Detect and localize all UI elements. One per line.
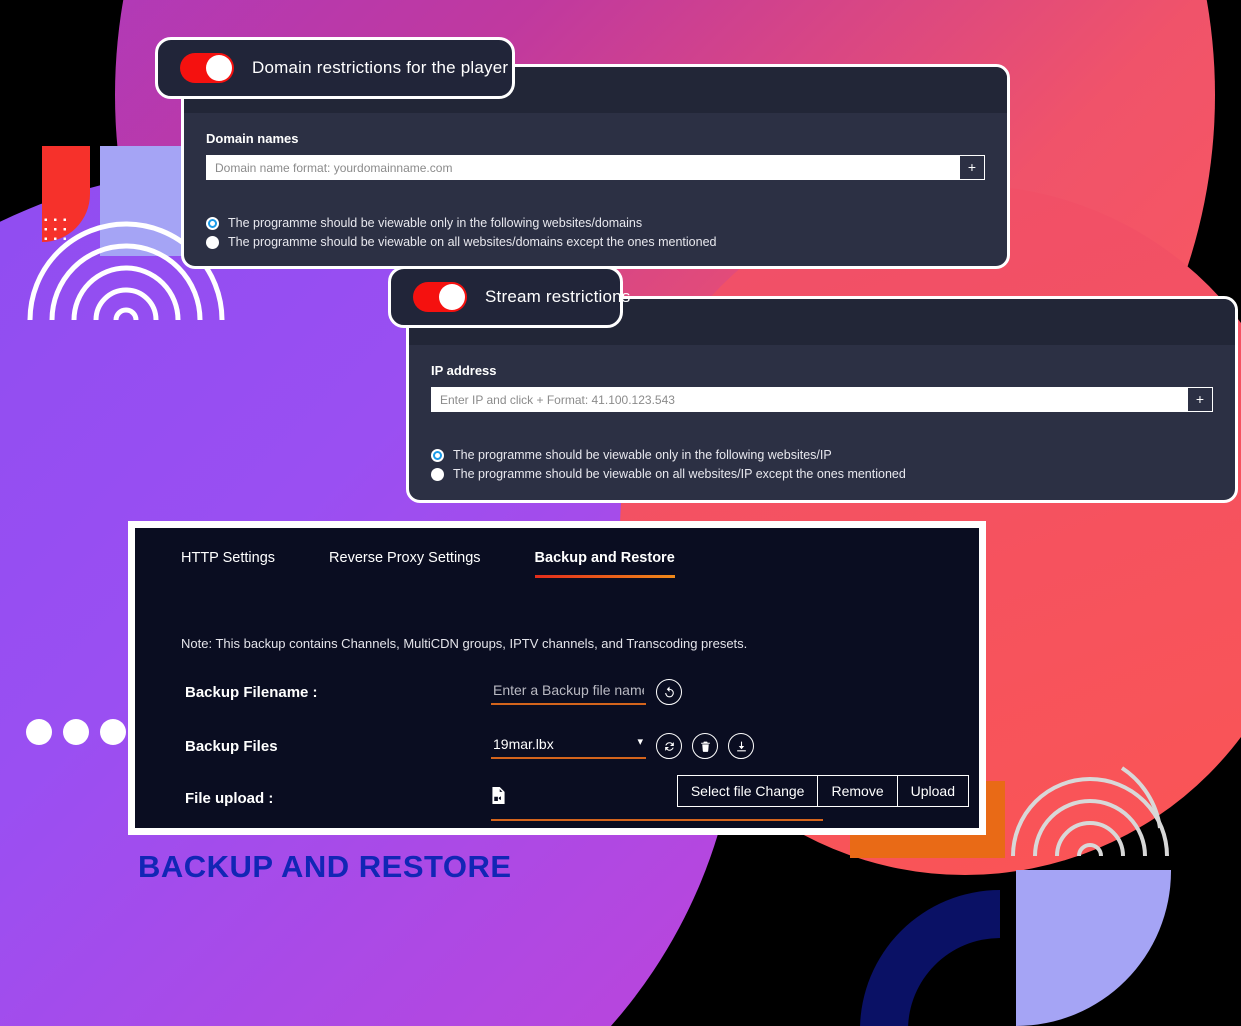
ip-add-button[interactable]: + <box>1187 387 1213 412</box>
backup-tab-bar: HTTP Settings Reverse Proxy Settings Bac… <box>161 550 953 578</box>
backup-files-label: Backup Files <box>185 737 278 755</box>
file-upload-field[interactable]: Select file Change Remove Upload <box>491 775 969 821</box>
toggle-knob <box>439 284 465 310</box>
select-file-change-button[interactable]: Select file Change <box>676 775 819 807</box>
domain-radio-group: The programme should be viewable only in… <box>206 216 985 249</box>
stream-restrictions-toggle[interactable] <box>413 282 467 312</box>
upload-button[interactable]: Upload <box>897 775 969 807</box>
decor-red-shape <box>42 146 90 242</box>
ip-address-input[interactable] <box>431 387 1187 412</box>
domain-input-row: + <box>206 155 985 180</box>
domain-restrictions-toggle[interactable] <box>180 53 234 83</box>
file-upload-row: File upload : Select file Change Remove … <box>161 775 969 821</box>
domain-add-button[interactable]: + <box>959 155 985 180</box>
toggle-knob <box>206 55 232 81</box>
domain-radio-label-except: The programme should be viewable on all … <box>228 235 717 249</box>
trash-icon[interactable] <box>692 733 718 759</box>
file-upload-buttons: Select file Change Remove Upload <box>676 775 969 807</box>
stream-card-body: IP address + The programme should be vie… <box>409 345 1235 500</box>
backup-note-text: Note: This backup contains Channels, Mul… <box>181 636 748 651</box>
domain-restrictions-toggle-label: Domain restrictions for the player <box>252 58 509 77</box>
stream-restrictions-toggle-pill[interactable]: Stream restrictions <box>388 266 630 328</box>
decor-navy-arc <box>860 890 1000 1026</box>
stream-radio-option-except[interactable]: The programme should be viewable on all … <box>431 467 1213 481</box>
page-caption: BACKUP AND RESTORE <box>138 849 512 884</box>
backup-card-inner: HTTP Settings Reverse Proxy Settings Bac… <box>135 528 979 828</box>
domain-name-input[interactable] <box>206 155 959 180</box>
backup-files-select-wrap: ▾ <box>491 733 646 759</box>
decor-dot-grid <box>41 215 69 243</box>
domain-radio-label-only: The programme should be viewable only in… <box>228 216 643 230</box>
screenshot-root: Domain names + The programme should be v… <box>0 0 1241 1026</box>
remove-button[interactable]: Remove <box>818 775 898 807</box>
stream-radio-group: The programme should be viewable only in… <box>431 448 1213 481</box>
stream-restrictions-toggle-label: Stream restrictions <box>485 287 631 306</box>
decor-arcs-right <box>1011 766 1169 856</box>
radio-selected-icon[interactable] <box>431 448 444 462</box>
ip-input-row: + <box>431 387 1213 412</box>
decor-periwinkle-quarter <box>1016 870 1171 1026</box>
backup-restore-card: HTTP Settings Reverse Proxy Settings Bac… <box>128 521 986 835</box>
domain-radio-option-only[interactable]: The programme should be viewable only in… <box>206 216 985 230</box>
file-upload-label: File upload : <box>185 789 274 807</box>
tab-http-settings[interactable]: HTTP Settings <box>181 550 275 578</box>
ip-address-label: IP address <box>431 363 497 378</box>
file-icon <box>491 787 506 809</box>
domain-restrictions-toggle-pill[interactable]: Domain restrictions for the player <box>155 37 515 99</box>
domain-names-label: Domain names <box>206 131 299 146</box>
download-icon[interactable] <box>728 733 754 759</box>
radio-unselected-icon[interactable] <box>206 235 219 249</box>
backup-files-row: Backup Files ▾ <box>161 733 953 759</box>
backup-filename-label: Backup Filename : <box>185 683 318 701</box>
radio-unselected-icon[interactable] <box>431 467 444 481</box>
domain-card-body: Domain names + The programme should be v… <box>184 113 1007 266</box>
domain-radio-option-except[interactable]: The programme should be viewable on all … <box>206 235 985 249</box>
restore-icon[interactable] <box>656 679 682 705</box>
tab-reverse-proxy-settings[interactable]: Reverse Proxy Settings <box>329 550 481 578</box>
stream-radio-label-only: The programme should be viewable only in… <box>453 448 832 462</box>
backup-files-select[interactable] <box>491 733 646 759</box>
tab-backup-and-restore[interactable]: Backup and Restore <box>534 550 675 578</box>
file-upload-underline <box>491 819 823 821</box>
stream-radio-option-only[interactable]: The programme should be viewable only in… <box>431 448 1213 462</box>
stream-radio-label-except: The programme should be viewable on all … <box>453 467 906 481</box>
refresh-icon[interactable] <box>656 733 682 759</box>
backup-filename-input[interactable] <box>491 679 646 705</box>
backup-filename-row: Backup Filename : <box>161 679 953 705</box>
radio-selected-icon[interactable] <box>206 216 219 230</box>
